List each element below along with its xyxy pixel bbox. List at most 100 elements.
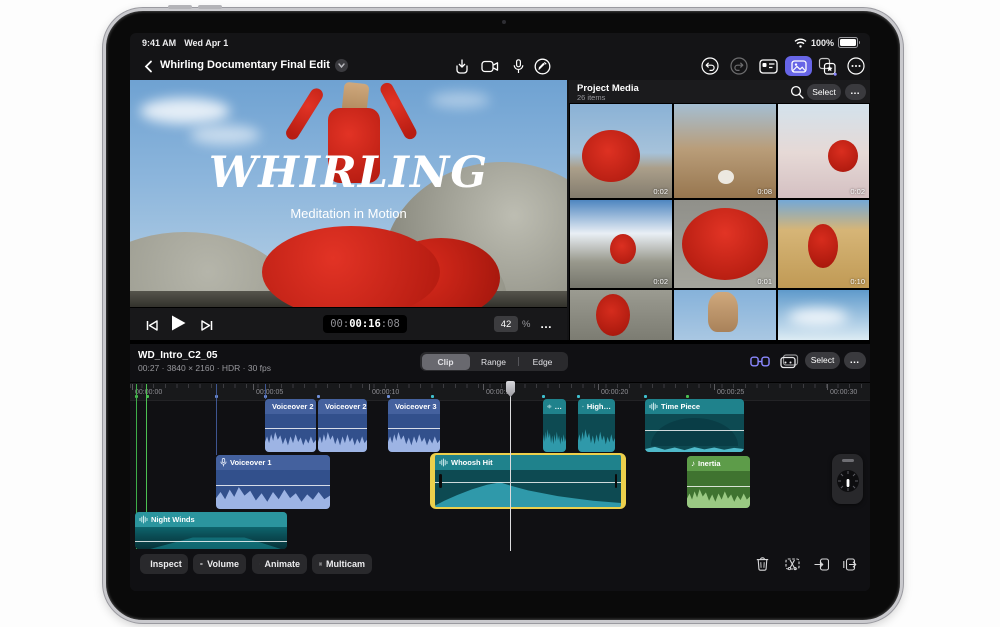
- dervish-arm-left: [283, 85, 326, 143]
- timeline-clip-name: WD_Intro_C2_05: [138, 350, 218, 361]
- timeline-clip-night-winds[interactable]: Night Winds: [135, 512, 287, 549]
- audio-wave-icon: [582, 405, 584, 408]
- volume-up-button[interactable]: [168, 5, 192, 9]
- audio-wave-icon: [547, 404, 552, 409]
- zoom-level-value[interactable]: 42: [494, 316, 518, 332]
- audio-wave-icon: [439, 458, 448, 467]
- clip-edge-line: [216, 384, 217, 455]
- trim-handle-right[interactable]: [614, 474, 617, 488]
- clip-appearance-icon[interactable]: [779, 352, 799, 370]
- media-browser-button[interactable]: [785, 56, 812, 76]
- more-options-icon[interactable]: [846, 57, 866, 75]
- inspect-button[interactable]: Inspect: [140, 554, 188, 574]
- viewer-more-button[interactable]: …: [540, 317, 553, 331]
- timeline-clip-voiceover-2a[interactable]: Voiceover 2: [265, 399, 316, 452]
- screen: 9:41 AM Wed Apr 1 100% Whirling Document…: [130, 33, 870, 591]
- timecode-display[interactable]: 00: 00:16:08: [323, 315, 407, 333]
- clip-marker: [577, 395, 580, 398]
- media-thumbnail[interactable]: 0:01: [674, 200, 776, 288]
- jog-dial-icon[interactable]: [835, 468, 861, 494]
- cloud: [140, 98, 230, 124]
- microphone-icon[interactable]: [508, 57, 528, 75]
- timeline-clip-whoosh-hit-selected[interactable]: Whoosh Hit: [430, 453, 626, 509]
- clip-marker: [686, 395, 689, 398]
- media-thumbnail[interactable]: [674, 290, 776, 340]
- export-icon[interactable]: [452, 57, 472, 75]
- pencil-tools-icon[interactable]: [532, 57, 552, 75]
- front-camera: [502, 20, 506, 24]
- media-thumbnail[interactable]: 0:02: [570, 104, 672, 198]
- title-menu-button[interactable]: [335, 59, 348, 72]
- skip-back-icon[interactable]: [142, 316, 162, 334]
- overwrite-clip-icon[interactable]: [841, 556, 859, 572]
- animate-arcs-icon: [259, 563, 261, 565]
- media-thumbnail[interactable]: [570, 290, 672, 340]
- timeline-select-button[interactable]: Select: [805, 351, 840, 369]
- media-thumbnail[interactable]: 0:02: [778, 104, 869, 198]
- status-time: 9:41 AM: [142, 38, 177, 48]
- multicam-button[interactable]: Multicam: [312, 554, 372, 574]
- project-media-header: Project Media 26 items Select …: [569, 80, 870, 103]
- media-thumbnail[interactable]: [778, 290, 869, 340]
- browser-panel-icon[interactable]: [758, 57, 778, 75]
- insert-clip-icon[interactable]: [812, 556, 830, 572]
- magnetic-timeline-icon[interactable]: [750, 352, 770, 370]
- back-button[interactable]: [138, 57, 158, 75]
- timeline-clip-time-piece[interactable]: Time Piece: [645, 399, 744, 452]
- clip-marker: [644, 395, 647, 398]
- animate-button[interactable]: Animate: [252, 554, 307, 574]
- clip-edge-line: [265, 384, 266, 399]
- mode-clip[interactable]: Clip: [421, 353, 470, 370]
- timeline-clip-inertia[interactable]: ♪ Inertia: [687, 456, 750, 508]
- undo-icon[interactable]: [700, 57, 720, 75]
- clip-marker: [431, 395, 434, 398]
- media-select-button[interactable]: Select: [807, 83, 841, 100]
- jog-wheel-handle[interactable]: [841, 459, 854, 462]
- project-media-count: 26 items: [577, 93, 606, 102]
- timeline-clip-voiceover-1[interactable]: Voiceover 1: [216, 455, 330, 509]
- media-thumbnail[interactable]: 0:08: [674, 104, 776, 198]
- timeline-clip-high[interactable]: High…: [578, 399, 615, 452]
- play-button[interactable]: [168, 314, 188, 332]
- effects-icon[interactable]: [817, 57, 837, 76]
- timeline-panel: WD_Intro_C2_05 00:27 · 3840 × 2160 · HDR…: [130, 340, 870, 591]
- clip-marker: [542, 395, 545, 398]
- trim-handle-left[interactable]: [439, 474, 442, 488]
- skip-forward-icon[interactable]: [196, 316, 216, 334]
- battery-percent: 100%: [810, 37, 834, 48]
- redo-icon[interactable]: [729, 57, 749, 75]
- timeline-clip-info: 00:27 · 3840 × 2160 · HDR · 30 fps: [138, 363, 272, 373]
- playback-bar: 00: 00:16:08 42 % …: [130, 307, 567, 341]
- volume-down-button[interactable]: [198, 5, 222, 9]
- timeline-more-button[interactable]: …: [844, 351, 866, 369]
- multicam-grid-icon: [319, 562, 322, 566]
- camera-record-icon[interactable]: [480, 57, 500, 75]
- blade-cut-icon[interactable]: [783, 556, 801, 572]
- photo-icon: [790, 59, 807, 73]
- ipad-device: 9:41 AM Wed Apr 1 100% Whirling Document…: [103, 5, 903, 623]
- delete-icon[interactable]: [753, 556, 771, 572]
- timeline-clip-voiceover-2b[interactable]: Voiceover 2: [318, 399, 367, 452]
- mode-edge[interactable]: Edge: [519, 354, 567, 370]
- timeline-ruler[interactable]: 00:00:00 00:00:05 00:00:10 00:00:15 00:0…: [130, 382, 870, 401]
- viewer[interactable]: WHIRLING Meditation in Motion: [130, 80, 567, 307]
- jog-wheel[interactable]: [832, 454, 863, 504]
- playhead-line[interactable]: [510, 381, 511, 551]
- media-thumbnail[interactable]: 0:10: [778, 200, 869, 288]
- timeline-clip-voiceover-3[interactable]: Voiceover 3: [388, 399, 440, 452]
- media-thumbnail[interactable]: 0:02: [570, 200, 672, 288]
- mode-range[interactable]: Range: [470, 354, 518, 370]
- search-icon[interactable]: [787, 83, 807, 101]
- zoom-percent-sign: %: [522, 319, 531, 330]
- viewer-title-overlay: WHIRLING: [208, 148, 489, 198]
- cloud: [430, 92, 490, 108]
- project-title[interactable]: Whirling Documentary Final Edit: [160, 59, 330, 71]
- audio-wave-icon: [649, 402, 658, 411]
- audio-wave-icon: [139, 515, 148, 524]
- media-more-button[interactable]: …: [845, 83, 866, 100]
- clip-marker: [317, 395, 320, 398]
- volume-button[interactable]: Volume: [193, 554, 246, 574]
- wifi-icon: [794, 38, 807, 48]
- timeline-clip-small[interactable]: …: [543, 399, 566, 452]
- app-toolbar: Whirling Documentary Final Edit: [130, 53, 870, 80]
